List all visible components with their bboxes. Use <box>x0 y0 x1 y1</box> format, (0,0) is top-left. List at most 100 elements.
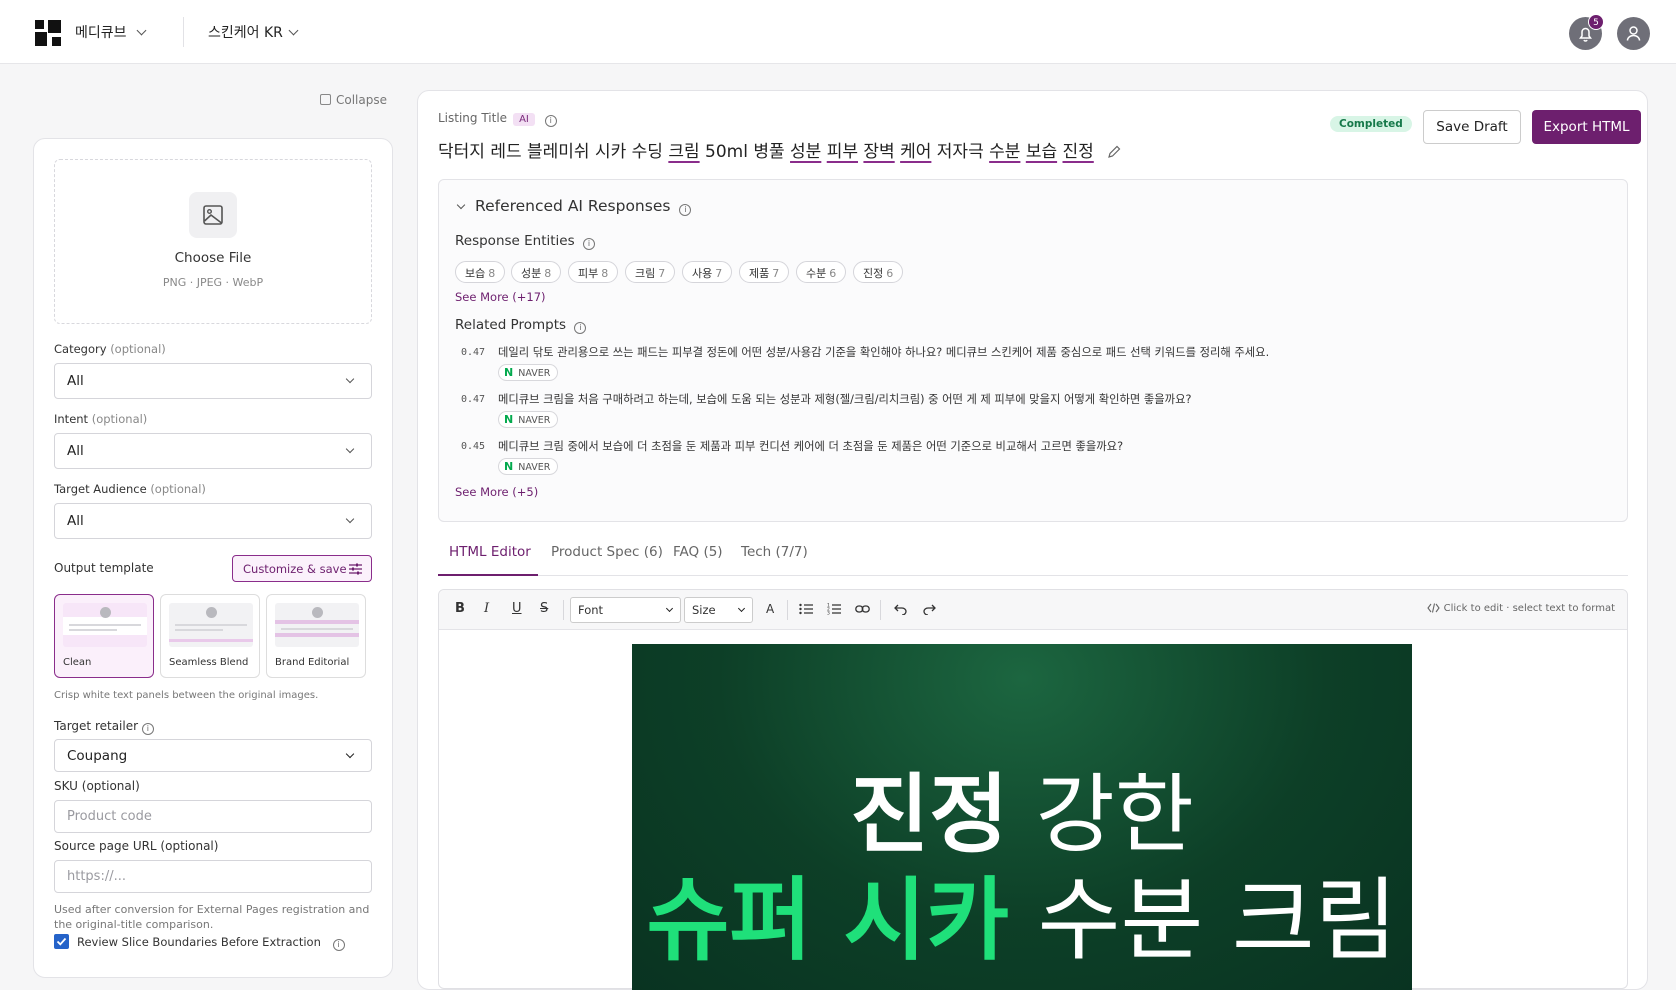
html-editor: B I U S Font Size A 123 Click to edit · … <box>438 589 1628 990</box>
user-icon[interactable] <box>1617 17 1650 50</box>
ai-badge: AI <box>513 113 535 126</box>
customize-save-button[interactable]: Customize & save <box>232 555 372 582</box>
listing-title-label: Listing Title AI i <box>438 111 557 127</box>
info-icon[interactable]: i <box>141 723 154 735</box>
keyword-highlight: 보습 <box>1025 142 1058 162</box>
entity-chip[interactable]: 사용 7 <box>682 261 733 283</box>
audience-label: Target Audience (optional) <box>54 482 206 496</box>
chevron-down-icon[interactable] <box>456 200 466 210</box>
editor-toolbar: B I U S Font Size A 123 Click to edit · … <box>439 590 1627 630</box>
review-slices-checkbox[interactable] <box>54 934 69 949</box>
choose-file-label[interactable]: Choose File <box>55 250 371 266</box>
tab-html-editor[interactable]: HTML Editor <box>449 544 531 560</box>
chevron-down-icon <box>345 514 355 524</box>
audience-select[interactable]: All <box>54 503 372 539</box>
template-name: Brand Editorial <box>275 657 350 668</box>
sliders-icon <box>349 563 362 575</box>
italic-icon[interactable]: I <box>484 601 489 616</box>
hero-image[interactable]: 진정 강한 슈퍼 시카 수분 크림 <box>632 644 1412 990</box>
template-option-brand-editorial[interactable]: Brand Editorial <box>266 594 366 678</box>
referenced-heading[interactable]: Referenced AI Responses i <box>475 197 692 216</box>
output-template-label: Output template <box>54 561 154 575</box>
pencil-icon[interactable] <box>1107 145 1121 159</box>
template-option-seamless-blend[interactable]: Seamless Blend <box>160 594 260 678</box>
tab-tech[interactable]: Tech (7/7) <box>741 544 808 560</box>
prompt-text[interactable]: 메디큐브 크림 중에서 보습에 더 초점을 둔 제품과 피부 컨디션 케어에 더… <box>498 438 1123 454</box>
keyword-highlight: 케어 <box>900 142 932 162</box>
active-tab-indicator <box>438 574 538 576</box>
keyword-highlight: 성분 <box>790 142 822 162</box>
info-icon[interactable]: i <box>544 115 557 127</box>
editor-hint: Click to edit · select text to format <box>1426 603 1615 614</box>
intent-label: Intent (optional) <box>54 412 148 426</box>
export-html-button[interactable]: Export HTML <box>1532 110 1641 144</box>
undo-icon[interactable] <box>894 603 907 615</box>
strikethrough-icon[interactable]: S <box>540 601 548 616</box>
chevron-down-icon[interactable] <box>288 25 299 36</box>
entities-label: Response Entities i <box>455 233 595 250</box>
entity-chip[interactable]: 보습 8 <box>455 261 506 283</box>
info-icon[interactable]: i <box>574 322 587 334</box>
entity-chip[interactable]: 제품 7 <box>739 261 790 283</box>
brand-logo[interactable] <box>35 20 61 46</box>
save-draft-button[interactable]: Save Draft <box>1423 110 1521 144</box>
entity-chip[interactable]: 수분 6 <box>796 261 847 283</box>
font-select[interactable]: Font <box>570 597 681 623</box>
keyword-highlight: 장벽 <box>863 142 895 162</box>
brand-switcher[interactable]: 메디큐브 <box>75 22 127 42</box>
image-icon <box>189 192 237 238</box>
numbered-list-icon[interactable]: 123 <box>827 602 841 615</box>
file-dropzone[interactable]: Choose File PNG · JPEG · WebP <box>54 159 372 324</box>
keyword-highlight: 진정 <box>1062 142 1094 162</box>
entity-chip[interactable]: 피부 8 <box>568 261 619 283</box>
hero-subheadline: 슈퍼 시카 수분 크림 <box>646 868 1398 973</box>
source-badge: N NAVER <box>498 411 559 428</box>
chevron-down-icon[interactable] <box>136 25 147 36</box>
template-name: Clean <box>63 657 92 668</box>
source-url-input[interactable]: https://... <box>54 860 372 893</box>
tab-product-spec[interactable]: Product Spec (6) <box>551 544 663 560</box>
sku-input[interactable]: Product code <box>54 800 372 833</box>
template-thumbnail <box>275 603 359 647</box>
notification-badge: 5 <box>1588 14 1604 30</box>
chevron-down-icon <box>665 604 674 613</box>
link-icon[interactable] <box>855 603 870 615</box>
template-hint: Crisp white text panels between the orig… <box>54 690 319 701</box>
redo-icon[interactable] <box>923 603 936 615</box>
template-thumbnail <box>169 603 253 647</box>
tabs-divider <box>438 575 1628 576</box>
retailer-select[interactable]: Coupang <box>54 739 372 772</box>
hero-headline: 진정 강한 <box>850 765 1194 865</box>
chevron-down-icon <box>345 444 355 454</box>
underline-icon[interactable]: U <box>512 601 522 616</box>
sku-label: SKU (optional) <box>54 779 140 793</box>
info-icon[interactable]: i <box>332 939 345 951</box>
size-select[interactable]: Size <box>684 597 753 623</box>
prompts-label: Related Prompts i <box>455 317 587 334</box>
prompts-see-more-link[interactable]: See More (+5) <box>455 485 538 499</box>
entity-chip[interactable]: 크림 7 <box>625 261 676 283</box>
prompt-score: 0.47 <box>461 347 486 358</box>
category-select[interactable]: All <box>54 363 372 399</box>
keyword-highlight: 수분 <box>989 142 1021 162</box>
bold-icon[interactable]: B <box>455 601 465 616</box>
review-slices-label: Review Slice Boundaries Before Extractio… <box>77 935 345 951</box>
category-label: Category (optional) <box>54 342 166 356</box>
entity-chip[interactable]: 성분 8 <box>511 261 562 283</box>
workspace-switcher[interactable]: 스킨케어 KR <box>208 22 283 42</box>
entities-see-more-link[interactable]: See More (+17) <box>455 290 546 304</box>
info-icon[interactable]: i <box>679 204 692 216</box>
intent-select[interactable]: All <box>54 433 372 469</box>
prompt-text[interactable]: 메디큐브 크림을 처음 구매하려고 하는데, 보습에 도움 되는 성분과 제형(… <box>498 391 1191 407</box>
template-option-clean[interactable]: Clean <box>54 594 154 678</box>
listing-title[interactable]: 닥터지 레드 블레미쉬 시카 수딩 크림 50ml 병풀 성분 피부 장벽 케어… <box>438 137 1121 162</box>
text-color-icon[interactable]: A <box>766 602 774 616</box>
source-url-label: Source page URL (optional) <box>54 839 219 853</box>
listing-panel: Listing Title AI i 닥터지 레드 블레미쉬 시카 수딩 크림 5… <box>417 90 1648 990</box>
entity-chip[interactable]: 진정 6 <box>853 261 904 283</box>
tab-faq[interactable]: FAQ (5) <box>673 544 723 560</box>
prompt-text[interactable]: 데일리 닦토 관리용으로 쓰는 패드는 피부결 정돈에 어떤 성분/사용감 기준… <box>498 344 1269 360</box>
bullet-list-icon[interactable] <box>799 603 813 615</box>
info-icon[interactable]: i <box>582 238 595 250</box>
collapse-button[interactable]: Collapse <box>320 93 387 107</box>
